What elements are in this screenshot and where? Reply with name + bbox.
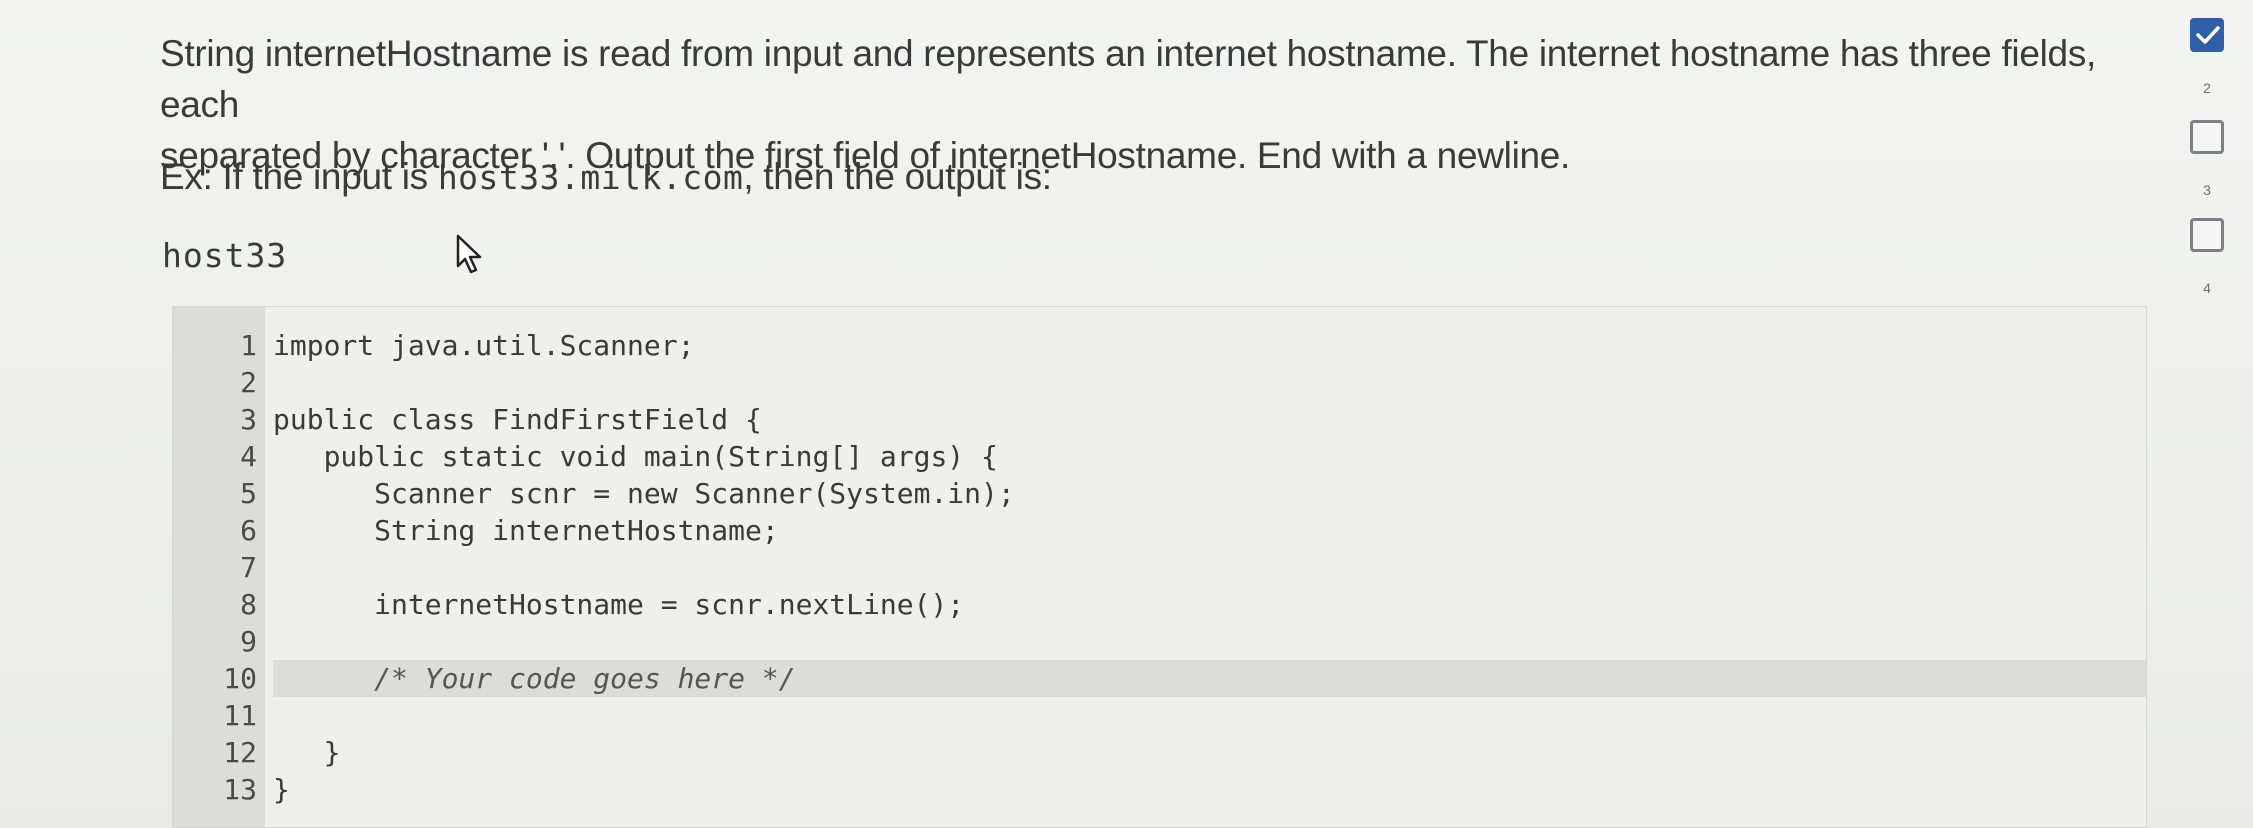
page: String internetHostname is read from inp… [0, 0, 2253, 828]
line-number: 11 [223, 699, 257, 732]
code-lines: 1 import java.util.Scanner; 2 3 public class… [173, 327, 2146, 808]
code-text[interactable]: public static void main(String[] args) { [273, 438, 2146, 475]
code-text[interactable] [273, 364, 2146, 401]
code-text[interactable]: internetHostname = scnr.nextLine(); [273, 586, 2146, 623]
example-prefix: Ex: If the input is [160, 156, 438, 197]
problem-statement-line-1: String internetHostname is read from inp… [160, 33, 2096, 125]
progress-rail: 2 3 4 [2176, 12, 2246, 312]
code-line[interactable]: 7 [173, 549, 2146, 586]
progress-checkbox-3[interactable] [2190, 120, 2224, 154]
code-text[interactable] [273, 549, 2146, 586]
code-editor[interactable]: 1 import java.util.Scanner; 2 3 public class… [172, 306, 2147, 828]
code-text[interactable]: import java.util.Scanner; [273, 327, 2146, 364]
checkmark-icon [2196, 26, 2220, 44]
line-number: 1 [240, 329, 257, 362]
code-line[interactable]: 3 public class FindFirstField { [173, 401, 2146, 438]
example-output: host33 [162, 236, 288, 275]
line-number: 4 [240, 440, 257, 473]
code-line[interactable]: 5 Scanner scnr = new Scanner(System.in); [173, 475, 2146, 512]
code-text[interactable]: } [273, 734, 2146, 771]
progress-checkbox-4[interactable] [2190, 218, 2224, 252]
line-number: 3 [240, 403, 257, 436]
code-line[interactable]: 6 String internetHostname; [173, 512, 2146, 549]
line-number: 12 [223, 736, 257, 769]
code-text[interactable]: public class FindFirstField { [273, 401, 2146, 438]
progress-label: 4 [2203, 280, 2211, 296]
example-input: host33.milk.com [437, 158, 744, 197]
line-number: 9 [240, 625, 257, 658]
line-number: 13 [223, 773, 257, 806]
example-suffix: , then the output is: [743, 156, 1052, 197]
code-line[interactable]: 4 public static void main(String[] args)… [173, 438, 2146, 475]
code-text[interactable]: } [273, 771, 2146, 808]
progress-label: 2 [2203, 80, 2211, 96]
code-text[interactable]: /* Your code goes here */ [273, 660, 2146, 697]
code-text[interactable] [273, 623, 2146, 660]
line-number: 7 [240, 551, 257, 584]
code-line[interactable]: 9 [173, 623, 2146, 660]
progress-checkbox-2[interactable] [2190, 18, 2224, 52]
code-line[interactable]: 1 import java.util.Scanner; [173, 327, 2146, 364]
code-line[interactable]: 13} [173, 771, 2146, 808]
line-number: 6 [240, 514, 257, 547]
code-text[interactable]: Scanner scnr = new Scanner(System.in); [273, 475, 2146, 512]
code-line[interactable]: 12 } [173, 734, 2146, 771]
line-number: 8 [240, 588, 257, 621]
code-line[interactable]: 8 internetHostname = scnr.nextLine(); [173, 586, 2146, 623]
code-line[interactable]: 2 [173, 364, 2146, 401]
progress-label: 3 [2203, 182, 2211, 198]
line-number: 5 [240, 477, 257, 510]
example-sentence: Ex: If the input is host33.milk.com, the… [160, 156, 1052, 198]
code-line[interactable]: 11 [173, 697, 2146, 734]
code-text[interactable] [273, 697, 2146, 734]
code-line[interactable]: 10 /* Your code goes here */ [173, 660, 2146, 697]
line-number: 10 [223, 662, 257, 695]
line-number: 2 [240, 366, 257, 399]
mouse-cursor-icon [456, 234, 482, 274]
code-text[interactable]: String internetHostname; [273, 512, 2146, 549]
